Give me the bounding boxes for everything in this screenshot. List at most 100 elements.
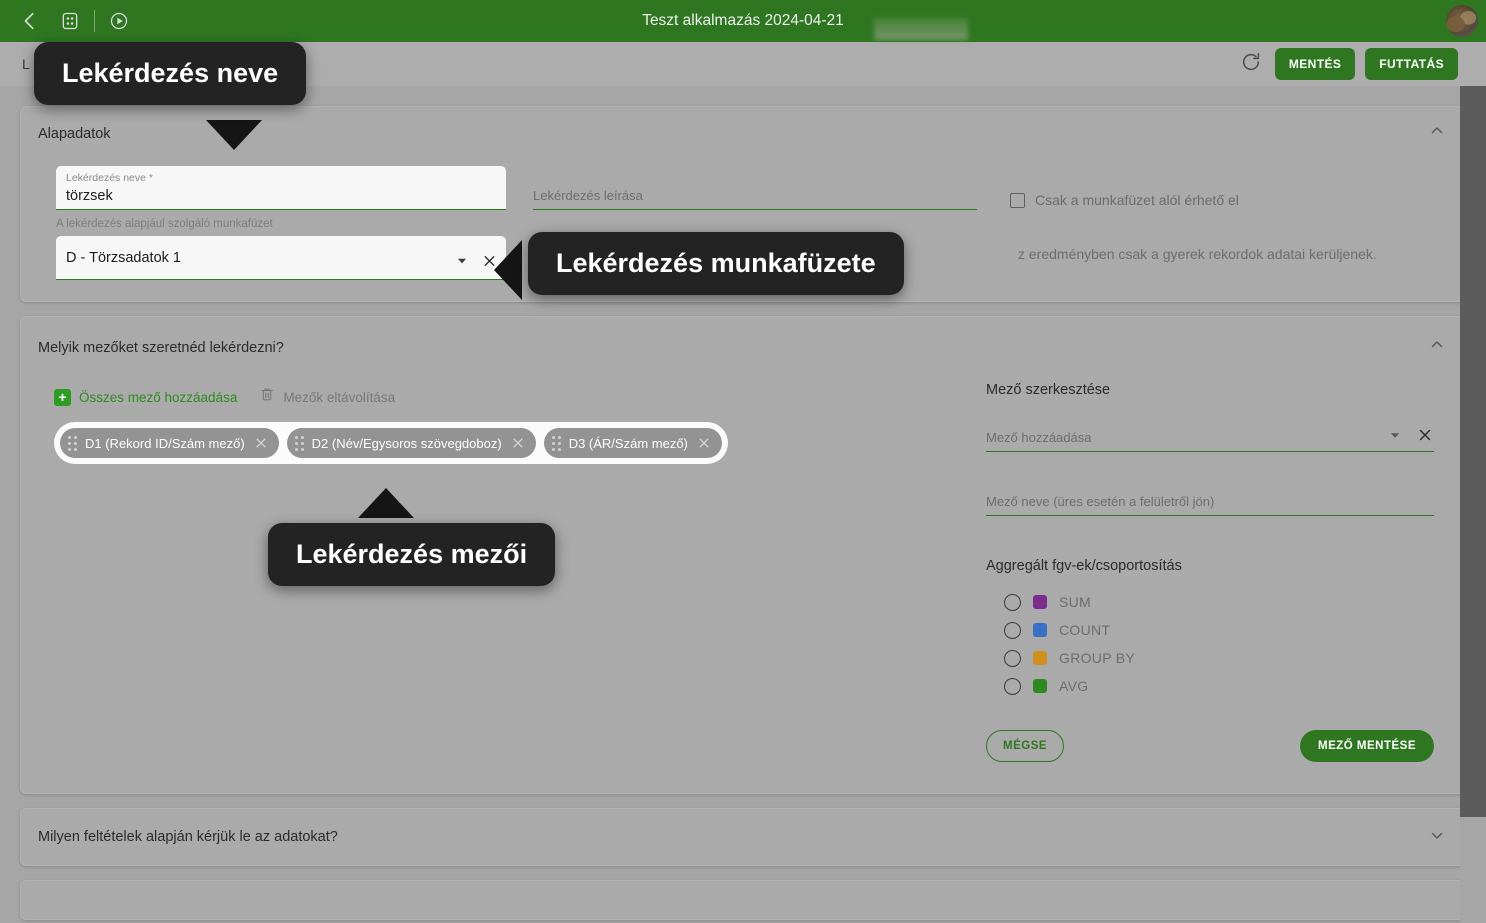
vertical-scrollbar[interactable] bbox=[1460, 86, 1486, 923]
field-chip-label: D2 (Név/Egysoros szövegdoboz) bbox=[311, 435, 502, 451]
close-icon[interactable] bbox=[1416, 426, 1434, 449]
drag-handle-icon[interactable] bbox=[294, 435, 304, 451]
close-icon[interactable] bbox=[510, 435, 526, 451]
aggregation-title: Aggregált fgv-ek/csoportosítás bbox=[986, 558, 1182, 574]
workbook-only-checkbox[interactable] bbox=[1010, 192, 1025, 208]
query-name-field[interactable]: Lekérdezés neve * törzsek bbox=[56, 166, 506, 210]
back-button[interactable] bbox=[10, 1, 50, 41]
field-name-placeholder: Mező neve (üres esetén a felületről jön) bbox=[986, 494, 1215, 509]
tooltip-arrow-fields bbox=[358, 488, 414, 518]
query-name-value: törzsek bbox=[66, 188, 113, 204]
fields-actions: + Összes mező hozzáadása Mezők eltávolít… bbox=[54, 382, 954, 408]
chevron-down-icon[interactable] bbox=[1388, 428, 1402, 447]
remove-fields-label: Mezők eltávolítása bbox=[283, 389, 396, 405]
fields-collapse-toggle[interactable] bbox=[1428, 336, 1446, 359]
aggregation-label: GROUP BY bbox=[1059, 650, 1136, 666]
field-chip[interactable]: D3 (ÁR/Szám mező) bbox=[543, 428, 722, 458]
color-swatch bbox=[1033, 595, 1047, 609]
radio-icon[interactable] bbox=[1004, 593, 1021, 611]
basic-data-collapse-toggle[interactable] bbox=[1428, 122, 1446, 145]
fields-left-column: + Összes mező hozzáadása Mezők eltávolít… bbox=[54, 382, 954, 464]
fields-header[interactable]: Melyik mezőket szeretnéd lekérdezni? bbox=[20, 316, 1466, 369]
workbook-only-label: Csak a munkafüzet alól érhető el bbox=[1035, 192, 1239, 208]
toolbar-actions: MENTÉS FUTTATÁS bbox=[1237, 48, 1486, 80]
conditions-expand-toggle[interactable] bbox=[1428, 826, 1446, 849]
conditions-card[interactable]: Milyen feltételek alapján kérjük le az a… bbox=[20, 808, 1466, 866]
color-swatch bbox=[1033, 651, 1047, 665]
chevron-left-icon bbox=[19, 10, 41, 32]
app-bar-left-icons bbox=[0, 1, 139, 41]
conditions-title: Milyen feltételek alapján kérjük le az a… bbox=[38, 829, 338, 845]
query-description-placeholder: Lekérdezés leírása bbox=[533, 188, 643, 203]
refresh-button[interactable] bbox=[1237, 50, 1265, 78]
aggregation-option-sum[interactable]: SUM bbox=[1004, 588, 1446, 616]
color-swatch bbox=[1033, 679, 1047, 693]
breadcrumb[interactable]: L bbox=[0, 56, 30, 72]
add-field-actions bbox=[1388, 426, 1434, 449]
workbook-value: D - Törzsadatok 1 bbox=[66, 250, 181, 266]
toolbar-divider bbox=[94, 10, 95, 32]
page-content: Alapadatok Lekérdezés neve * törzsek Lek… bbox=[0, 86, 1486, 923]
add-field-placeholder: Mező hozzáadása bbox=[986, 430, 1092, 445]
aggregation-option-count[interactable]: COUNT bbox=[1004, 616, 1446, 644]
field-editor-panel: Mező szerkesztése Mező hozzáadása Mező n… bbox=[986, 382, 1446, 762]
aggregation-label: SUM bbox=[1059, 594, 1092, 610]
app-title: Teszt alkalmazás 2024-04-21 bbox=[642, 12, 844, 29]
aggregation-option-group-by[interactable]: GROUP BY bbox=[1004, 644, 1446, 672]
workbook-only-checkbox-row[interactable]: Csak a munkafüzet alól érhető el bbox=[1010, 192, 1239, 208]
close-icon[interactable] bbox=[696, 435, 712, 451]
selected-fields-list: D1 (Rekord ID/Szám mező) D2 (Név/Egysoro… bbox=[54, 422, 728, 464]
color-swatch bbox=[1033, 623, 1047, 637]
tooltip-query-name: Lekérdezés neve bbox=[34, 42, 307, 105]
tooltip-arrow-name bbox=[206, 120, 262, 150]
query-description-field[interactable]: Lekérdezés leírása bbox=[533, 184, 977, 210]
workbook-field-label: A lekérdezés alapjául szolgáló munkafüze… bbox=[56, 218, 273, 230]
close-icon[interactable] bbox=[253, 435, 269, 451]
aggregation-options: SUM COUNT GROUP BY AVG bbox=[986, 588, 1446, 700]
add-field-select[interactable]: Mező hozzáadása bbox=[986, 426, 1434, 452]
field-editor-title: Mező szerkesztése bbox=[986, 382, 1111, 398]
add-all-fields-button[interactable]: + Összes mező hozzáadása bbox=[54, 388, 238, 406]
field-chip[interactable]: D2 (Név/Egysoros szövegdoboz) bbox=[286, 428, 536, 458]
drag-handle-icon[interactable] bbox=[551, 435, 561, 451]
tooltip-query-fields: Lekérdezés mezői bbox=[268, 523, 556, 586]
run-preview-button[interactable] bbox=[99, 1, 139, 41]
aggregation-option-avg[interactable]: AVG bbox=[1004, 672, 1446, 700]
radio-icon[interactable] bbox=[1004, 649, 1021, 667]
save-button[interactable]: MENTÉS bbox=[1274, 48, 1356, 80]
chevron-up-icon bbox=[1428, 341, 1446, 358]
redacted-region bbox=[874, 18, 968, 40]
app-bar: Teszt alkalmazás 2024-04-21 bbox=[0, 0, 1486, 42]
next-card-partial bbox=[20, 880, 1466, 920]
play-circle-icon bbox=[109, 11, 129, 31]
plus-square-icon: + bbox=[54, 388, 71, 406]
remove-fields-button[interactable]: Mezők eltávolítása bbox=[259, 386, 395, 408]
run-button[interactable]: FUTTATÁS bbox=[1365, 48, 1458, 80]
field-chip[interactable]: D1 (Rekord ID/Szám mező) bbox=[60, 428, 279, 458]
chevron-up-icon bbox=[1428, 127, 1446, 144]
avatar[interactable] bbox=[1446, 5, 1478, 37]
chevron-down-icon[interactable] bbox=[455, 254, 469, 273]
workbook-field-actions bbox=[455, 252, 498, 274]
save-field-button[interactable]: MEZŐ MENTÉSE bbox=[1299, 730, 1434, 762]
refresh-icon bbox=[1240, 51, 1262, 78]
apps-button[interactable] bbox=[50, 1, 90, 41]
field-name-input[interactable]: Mező neve (üres esetén a felületről jön) bbox=[986, 490, 1434, 516]
workbook-select[interactable]: D - Törzsadatok 1 bbox=[56, 236, 506, 280]
trash-icon bbox=[259, 386, 275, 408]
cancel-button[interactable]: MÉGSE bbox=[986, 730, 1065, 762]
field-chip-label: D3 (ÁR/Szám mező) bbox=[568, 435, 688, 451]
radio-icon[interactable] bbox=[1004, 677, 1021, 695]
radio-icon[interactable] bbox=[1004, 621, 1021, 639]
drag-handle-icon[interactable] bbox=[68, 435, 77, 451]
add-all-fields-label: Összes mező hozzáadása bbox=[79, 389, 238, 405]
field-editor-actions: MÉGSE MEZŐ MENTÉSE bbox=[986, 730, 1434, 762]
apps-grid-icon bbox=[60, 11, 80, 31]
aggregation-label: COUNT bbox=[1059, 622, 1111, 638]
fields-card: Melyik mezőket szeretnéd lekérdezni? + Ö… bbox=[20, 316, 1466, 794]
tooltip-query-workbook: Lekérdezés munkafüzete bbox=[528, 232, 904, 295]
aggregation-label: AVG bbox=[1059, 678, 1089, 694]
field-chip-label: D1 (Rekord ID/Szám mező) bbox=[85, 435, 245, 451]
chevron-down-icon bbox=[1428, 831, 1446, 848]
scrollbar-thumb[interactable] bbox=[1460, 86, 1486, 817]
